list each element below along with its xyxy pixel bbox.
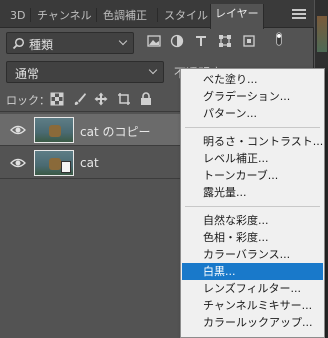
chevron-down-icon (118, 36, 128, 46)
tab-divider (30, 8, 31, 22)
pixel-layer-filter-icon[interactable] (147, 34, 161, 48)
lock-transparent-pixels-icon[interactable] (50, 92, 64, 106)
menu-item-hue-saturation[interactable]: 色相・彩度... (182, 229, 323, 246)
adjustment-layer-filter-icon[interactable] (170, 34, 184, 48)
menu-line (292, 17, 306, 19)
panel-tab-bar: 3D チャンネル 色調補正 スタイル レイヤー (0, 0, 314, 29)
lock-label: ロック： (6, 94, 50, 107)
menu-item-pattern[interactable]: パターン... (182, 105, 323, 122)
menu-separator (185, 206, 320, 207)
smart-object-badge-icon (61, 161, 71, 173)
menu-item-solid-color[interactable]: べた塗り... (182, 71, 323, 88)
blend-mode-select[interactable]: 通常 (6, 61, 164, 83)
layer-name: cat のコピー (80, 125, 151, 139)
menu-item-exposure[interactable]: 露光量... (182, 184, 323, 201)
type-layer-filter-icon[interactable] (194, 34, 208, 48)
blend-mode-label: 通常 (15, 67, 40, 81)
tab-styles[interactable]: スタイル (160, 6, 212, 28)
menu-item-black-white[interactable]: 白黒... (182, 263, 323, 280)
smart-object-filter-icon[interactable] (242, 34, 256, 48)
menu-item-photo-filter[interactable]: レンズフィルター... (182, 280, 323, 297)
search-icon (12, 37, 25, 50)
menu-line (292, 9, 306, 11)
tab-layers[interactable]: レイヤー (210, 4, 264, 29)
visibility-eye-icon[interactable] (10, 157, 26, 169)
cat-thumbnail-figure (49, 125, 61, 137)
menu-item-vibrance[interactable]: 自然な彩度... (182, 212, 323, 229)
menu-item-brightness-contrast[interactable]: 明るさ・コントラスト... (182, 133, 323, 150)
filter-kind-label: 種類 (29, 38, 54, 52)
canvas-image-edge (317, 16, 327, 52)
tab-adjustments[interactable]: 色調補正 (99, 6, 151, 28)
menu-line (292, 13, 306, 15)
adjustment-layer-menu: べた塗り... グラデーション... パターン... 明るさ・コントラスト...… (180, 68, 325, 338)
filter-kind-select[interactable]: 種類 (6, 32, 134, 54)
panel-menu-button[interactable] (290, 6, 310, 22)
tab-divider (96, 8, 97, 22)
menu-item-gradient[interactable]: グラデーション... (182, 88, 323, 105)
prevent-auto-nesting-icon[interactable] (117, 92, 131, 106)
menu-separator (185, 127, 320, 128)
lock-all-icon[interactable] (139, 92, 153, 106)
lock-position-icon[interactable] (94, 92, 108, 106)
tab-channels[interactable]: チャンネル (33, 6, 96, 28)
tab-3d[interactable]: 3D (6, 6, 29, 28)
menu-item-channel-mixer[interactable]: チャンネルミキサー... (182, 297, 323, 314)
filter-toggle-icon[interactable] (272, 32, 286, 46)
cat-thumbnail-figure (49, 158, 61, 170)
chevron-down-icon (148, 65, 158, 75)
layer-name: cat (80, 156, 99, 170)
shape-layer-filter-icon[interactable] (218, 34, 232, 48)
lock-image-pixels-icon[interactable] (73, 92, 87, 106)
layer-thumbnail (34, 150, 74, 176)
menu-item-color-lookup[interactable]: カラールックアップ... (182, 314, 323, 331)
visibility-eye-icon[interactable] (10, 124, 26, 136)
menu-item-color-balance[interactable]: カラーバランス... (182, 246, 323, 263)
tab-divider (157, 8, 158, 22)
menu-item-curves[interactable]: トーンカーブ... (182, 167, 323, 184)
menu-item-levels[interactable]: レベル補正... (182, 150, 323, 167)
layer-thumbnail (34, 117, 74, 143)
